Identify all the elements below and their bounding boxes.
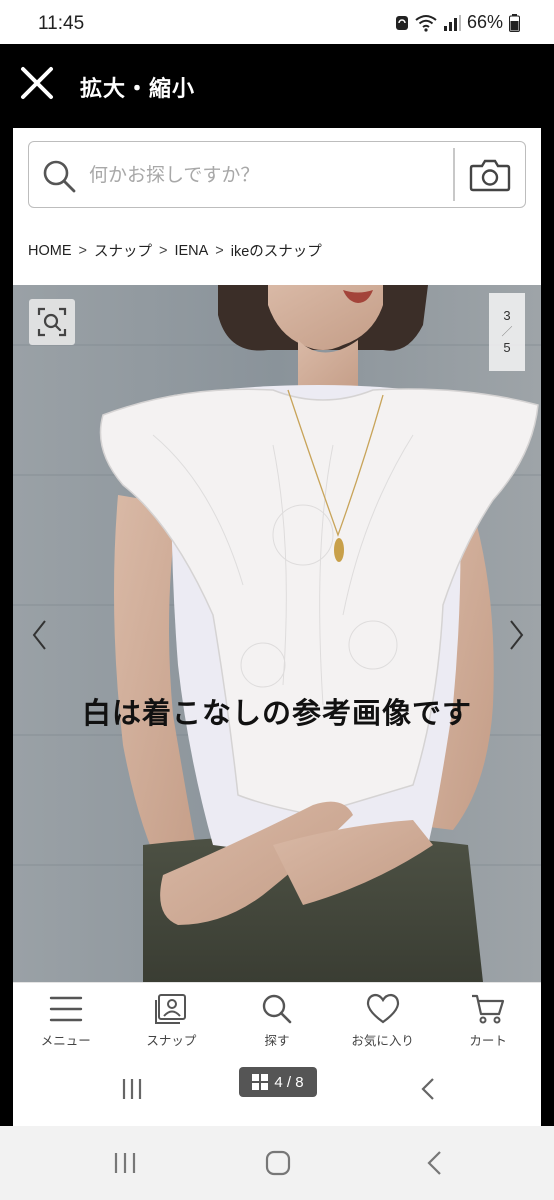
breadcrumb-separator: > <box>78 242 87 259</box>
home-icon[interactable] <box>265 1150 291 1176</box>
breadcrumb: HOME > スナップ > IENA > ikeのスナップ <box>28 240 322 261</box>
photo-caption: 白は着こなしの参考画像です <box>81 696 472 730</box>
nav-label: メニュー <box>40 1033 91 1048</box>
search-icon <box>262 994 292 1024</box>
close-button[interactable] <box>20 66 54 100</box>
heart-icon <box>366 993 399 1024</box>
camera-search-button[interactable] <box>465 152 515 198</box>
nav-item-favorites[interactable]: お気に入り <box>330 983 436 1055</box>
counter-separator: ／ <box>501 326 513 338</box>
breadcrumb-separator: > <box>158 242 168 259</box>
wifi-icon <box>415 14 437 32</box>
nav-label: カート <box>469 1033 507 1048</box>
search-bar <box>28 141 526 208</box>
nav-label: お気に入り <box>351 1033 414 1048</box>
counter-current: 3 <box>503 308 511 323</box>
previous-image-button[interactable] <box>25 615 55 655</box>
nav-item-menu[interactable]: メニュー <box>13 983 119 1055</box>
sync-icon <box>395 15 408 30</box>
counter-total: 5 <box>503 340 511 355</box>
product-photo[interactable]: 3 ／ 5 白は着こなしの参考画像です <box>13 285 541 982</box>
zoom-button[interactable] <box>29 299 75 345</box>
search-divider <box>453 148 455 201</box>
camera-icon <box>469 159 511 192</box>
nav-item-cart[interactable]: カート <box>435 983 541 1055</box>
chevron-right-icon <box>510 620 524 650</box>
nav-item-search[interactable]: 探す <box>224 983 330 1055</box>
status-icons: 66% <box>395 12 520 33</box>
search-input[interactable] <box>89 156 449 194</box>
screenshot-frame: HOME > スナップ > IENA > ikeのスナップ <box>13 128 541 1126</box>
viewer-title: 拡大・縮小 <box>80 77 196 102</box>
site-bottom-nav: メニュー スナップ 探す お気に入り カート <box>13 982 541 1054</box>
recents-icon[interactable] <box>111 1150 139 1176</box>
page-badge: 4 / 8 <box>239 1067 317 1097</box>
status-bar: 11:45 66% <box>0 0 554 44</box>
close-icon <box>21 67 53 99</box>
image-counter: 3 ／ 5 <box>489 293 525 371</box>
embedded-system-nav: 4 / 8 <box>13 1054 541 1126</box>
device-nav-bar <box>0 1126 554 1200</box>
grid-icon <box>252 1074 269 1090</box>
breadcrumb-home[interactable]: HOME <box>28 243 72 259</box>
breadcrumb-current: ikeのスナップ <box>230 244 322 260</box>
nav-label: 探す <box>264 1033 290 1048</box>
zoom-scan-icon <box>37 307 67 337</box>
back-icon[interactable] <box>422 1150 448 1176</box>
nav-item-snap[interactable]: スナップ <box>119 983 225 1055</box>
signal-icon <box>443 14 461 31</box>
next-image-button[interactable] <box>501 615 531 655</box>
battery-icon <box>509 13 520 32</box>
page-badge-text: 4 / 8 <box>274 1073 304 1091</box>
menu-icon <box>49 996 82 1022</box>
back-icon[interactable] <box>416 1076 442 1102</box>
cart-icon <box>472 994 505 1024</box>
battery-percent: 66% <box>466 12 503 32</box>
chevron-left-icon <box>32 620 46 650</box>
breadcrumb-separator: > <box>215 242 224 259</box>
nav-label: スナップ <box>146 1033 197 1048</box>
breadcrumb-snap[interactable]: スナップ <box>94 240 152 261</box>
viewer-header: 拡大・縮小 <box>0 44 554 128</box>
breadcrumb-brand[interactable]: IENA <box>174 243 208 259</box>
search-icon <box>43 160 76 193</box>
outfit-photo-image <box>13 285 541 982</box>
status-time: 11:45 <box>38 13 85 34</box>
recents-icon[interactable] <box>119 1076 145 1102</box>
snap-icon <box>155 994 187 1024</box>
